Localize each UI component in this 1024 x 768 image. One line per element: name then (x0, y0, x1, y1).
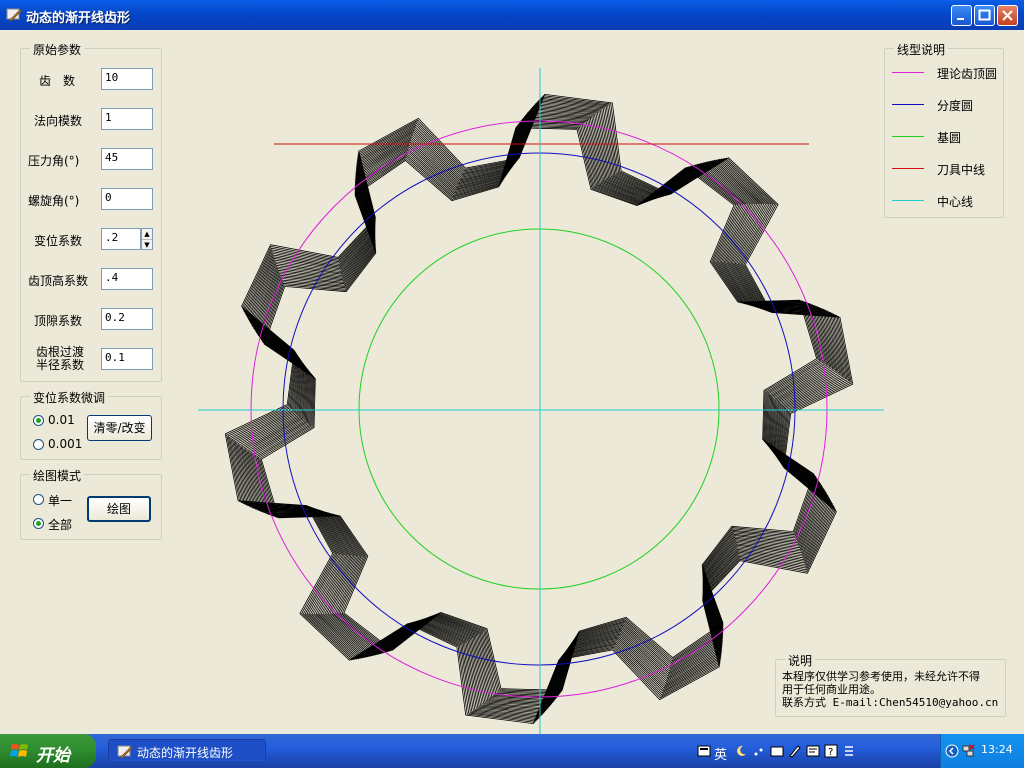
shift-coef-spinner[interactable]: ▲ ▼ (141, 228, 153, 250)
params-legend: 原始参数 (30, 41, 85, 58)
rack-envelope-trace (224, 93, 854, 725)
teeth-label: 齿 数 (39, 74, 76, 88)
minimize-button[interactable] (951, 5, 972, 26)
windows-logo-icon (10, 744, 28, 757)
pressure-angle-input[interactable]: 45 (101, 148, 153, 170)
rack-envelope-trace (256, 123, 822, 695)
dictionary-icon[interactable] (806, 744, 820, 758)
fine-tune-option-1-label: 0.001 (48, 437, 83, 451)
rack-envelope-trace (247, 114, 831, 704)
app-icon (6, 8, 22, 22)
system-tray: 13:24 (940, 734, 1024, 768)
draw-mode-all-radio[interactable] (33, 518, 44, 529)
draw-button[interactable]: 绘图 (87, 496, 151, 522)
rack-envelope-trace (240, 108, 838, 710)
shift-coef-input[interactable]: .2 (101, 228, 141, 250)
legend-label-addendum: 理论齿顶圆 (937, 67, 998, 81)
base-circle (358, 228, 720, 590)
gear-profile-envelope (224, 93, 854, 725)
network-icon[interactable] (961, 744, 975, 758)
legend-label-rack: 刀具中线 (937, 163, 986, 177)
show-hidden-icons-icon[interactable] (945, 744, 959, 758)
soft-keyboard-icon[interactable] (770, 744, 784, 758)
legend-swatch-rack (892, 168, 924, 169)
close-icon (1002, 10, 1013, 21)
clock: 13:24 (981, 743, 1013, 756)
punctuation-icon[interactable] (752, 744, 766, 758)
rack-envelope-trace (257, 124, 821, 694)
window-title: 动态的渐开线齿形 (26, 11, 131, 26)
minimize-icon (957, 18, 964, 20)
helix-angle-label: 螺旋角(°) (28, 194, 80, 208)
taskbar-app-label: 动态的渐开线齿形 (137, 746, 234, 760)
svg-text:?: ? (828, 747, 833, 758)
line-legend-title: 线型说明 (894, 41, 949, 58)
fine-tune-option-0-label: 0.01 (48, 413, 75, 427)
clearance-coef-label: 顶隙系数 (34, 314, 83, 328)
clearance-coef-input[interactable]: 0.2 (101, 308, 153, 330)
moon-icon[interactable] (734, 744, 748, 758)
rack-envelope-trace (237, 105, 841, 713)
draw-mode-single-radio[interactable] (33, 494, 44, 505)
close-button[interactable] (997, 5, 1018, 26)
legend-label-pitch: 分度圆 (937, 99, 974, 113)
ime-options-icon[interactable] (842, 744, 856, 758)
legend-swatch-center (892, 200, 924, 201)
addendum-coef-input[interactable]: .4 (101, 268, 153, 290)
rack-envelope-trace (252, 119, 826, 699)
reset-change-button[interactable]: 清零/改变 (87, 415, 152, 441)
module-label: 法向模数 (34, 114, 83, 128)
fine-tune-option-1[interactable] (33, 439, 44, 450)
start-label: 开始 (36, 746, 70, 766)
rack-envelope-trace (226, 95, 852, 723)
legend-label-base: 基圆 (937, 131, 962, 145)
addendum-circle (250, 120, 828, 698)
legend-label-center: 中心线 (937, 195, 974, 209)
maximize-icon (978, 9, 991, 21)
helix-angle-input[interactable]: 0 (101, 188, 153, 210)
start-button[interactable]: 开始 (0, 734, 96, 768)
fillet-coef-input[interactable]: 0.1 (101, 348, 153, 370)
teeth-input[interactable]: 10 (101, 68, 153, 90)
fine-tune-legend: 变位系数微调 (30, 389, 109, 406)
app-task-icon (117, 745, 133, 759)
rack-envelope-trace (260, 127, 818, 691)
maximize-button[interactable] (974, 5, 995, 26)
pressure-angle-label: 压力角(°) (28, 154, 80, 168)
draw-mode-legend: 绘图模式 (30, 467, 85, 484)
spin-down-icon[interactable]: ▼ (142, 240, 152, 250)
client-area: 原始参数 齿 数 10 法向模数 1 压力角(°) 45 螺旋角(°) 0 变位… (4, 30, 1020, 754)
pen-icon[interactable] (788, 744, 802, 758)
rack-envelope-trace (239, 106, 839, 712)
gear-drawing-canvas (198, 68, 884, 754)
fillet-coef-label-2: 半径系数 (36, 358, 85, 372)
ime-language-label[interactable]: 英 (714, 744, 727, 763)
module-input[interactable]: 1 (101, 108, 153, 130)
addendum-coef-label: 齿顶高系数 (28, 274, 89, 288)
spin-up-icon[interactable]: ▲ (142, 229, 152, 240)
app-window: 动态的渐开线齿形 原始参数 齿 数 10 法向模数 1 压力角(°) 45 螺旋… (0, 0, 1024, 754)
ime-keyboard-icon[interactable] (697, 744, 711, 758)
legend-swatch-addendum (892, 72, 924, 73)
pitch-circle (282, 152, 796, 666)
taskbar: 开始 动态的渐开线齿形 英 ? 13:24 (0, 734, 1024, 768)
title-bar[interactable]: 动态的渐开线齿形 (0, 0, 1024, 30)
shift-coef-label: 变位系数 (34, 234, 83, 248)
legend-swatch-base (892, 136, 924, 137)
fine-tune-option-0[interactable] (33, 415, 44, 426)
taskbar-app-button[interactable]: 动态的渐开线齿形 (108, 739, 266, 763)
help-icon[interactable]: ? (824, 744, 838, 758)
draw-mode-all-label: 全部 (48, 518, 73, 532)
draw-mode-single-label: 单一 (48, 494, 73, 508)
legend-swatch-pitch (892, 104, 924, 105)
params-group: 原始参数 (20, 41, 162, 382)
